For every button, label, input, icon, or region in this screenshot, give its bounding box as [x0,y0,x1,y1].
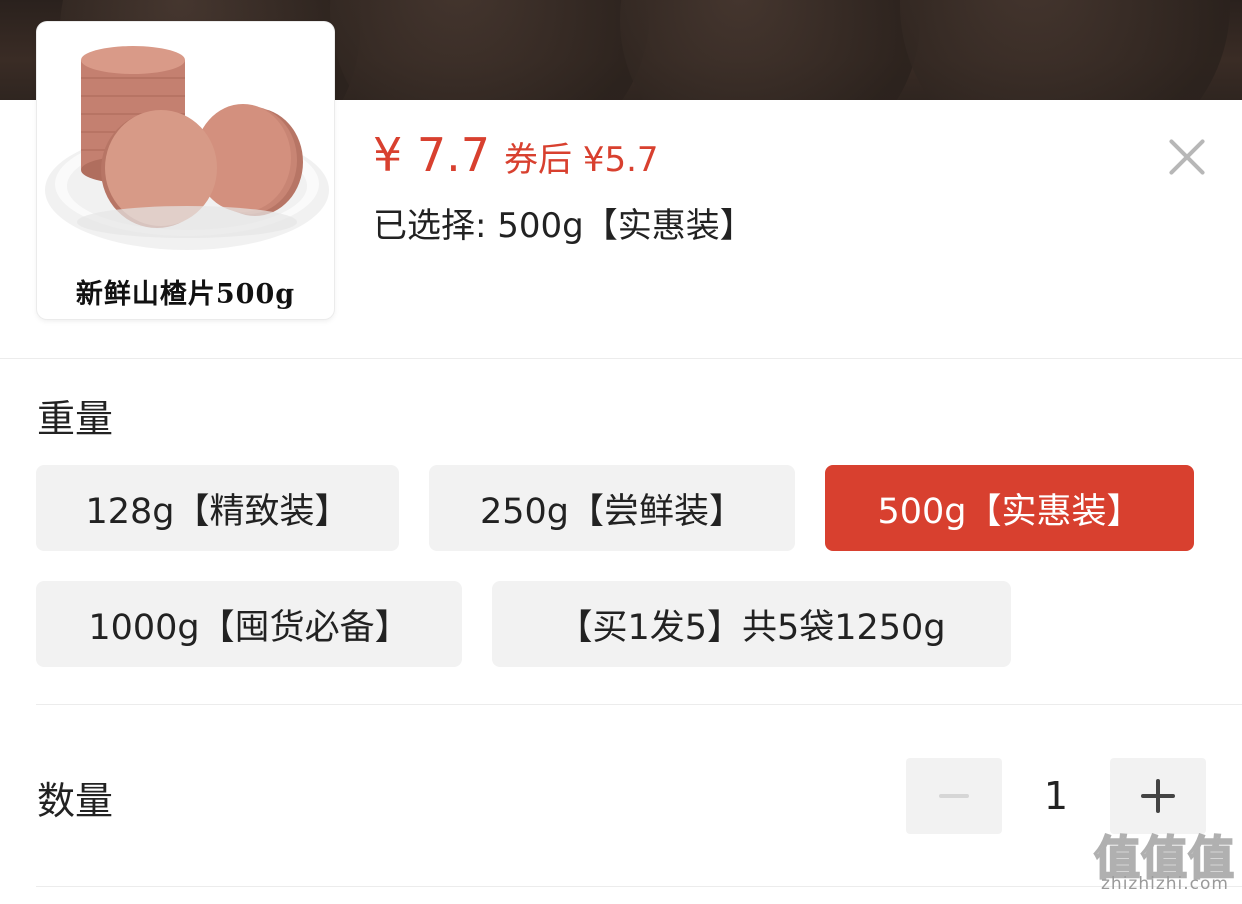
thumbnail-caption: 新鲜山楂片500g [75,279,296,310]
selected-sku-text: 已选择: 500g【实惠装】 [373,206,754,246]
watermark-text: zhizhizhi.com [1101,874,1229,894]
weight-option-250g[interactable]: 250g【尝鲜装】 [429,465,795,551]
divider [36,886,1242,887]
weight-option-1000g[interactable]: 1000g【囤货必备】 [36,581,462,667]
quantity-section-title: 数量 [37,779,114,823]
minus-icon [939,794,969,798]
weight-option-128g[interactable]: 128g【精致装】 [36,465,399,551]
divider [36,704,1242,705]
price: ¥ 7.7 [373,128,491,182]
price-row: ¥ 7.7 券后 ¥5.7 [373,128,659,188]
weight-section-title: 重量 [37,397,114,441]
watermark-logo: 值 值 值 zhizhizhi.com [1092,822,1238,896]
weight-option-500g[interactable]: 500g【实惠装】 [825,465,1194,551]
close-icon[interactable] [1160,130,1214,184]
coupon-price: 券后 ¥5.7 [504,140,659,180]
decrement-button[interactable] [906,758,1002,834]
weight-option-buy1get5[interactable]: 【买1发5】共5袋1250g [492,581,1011,667]
product-thumbnail: 新鲜山楂片500g [37,22,334,319]
divider [0,358,1242,359]
